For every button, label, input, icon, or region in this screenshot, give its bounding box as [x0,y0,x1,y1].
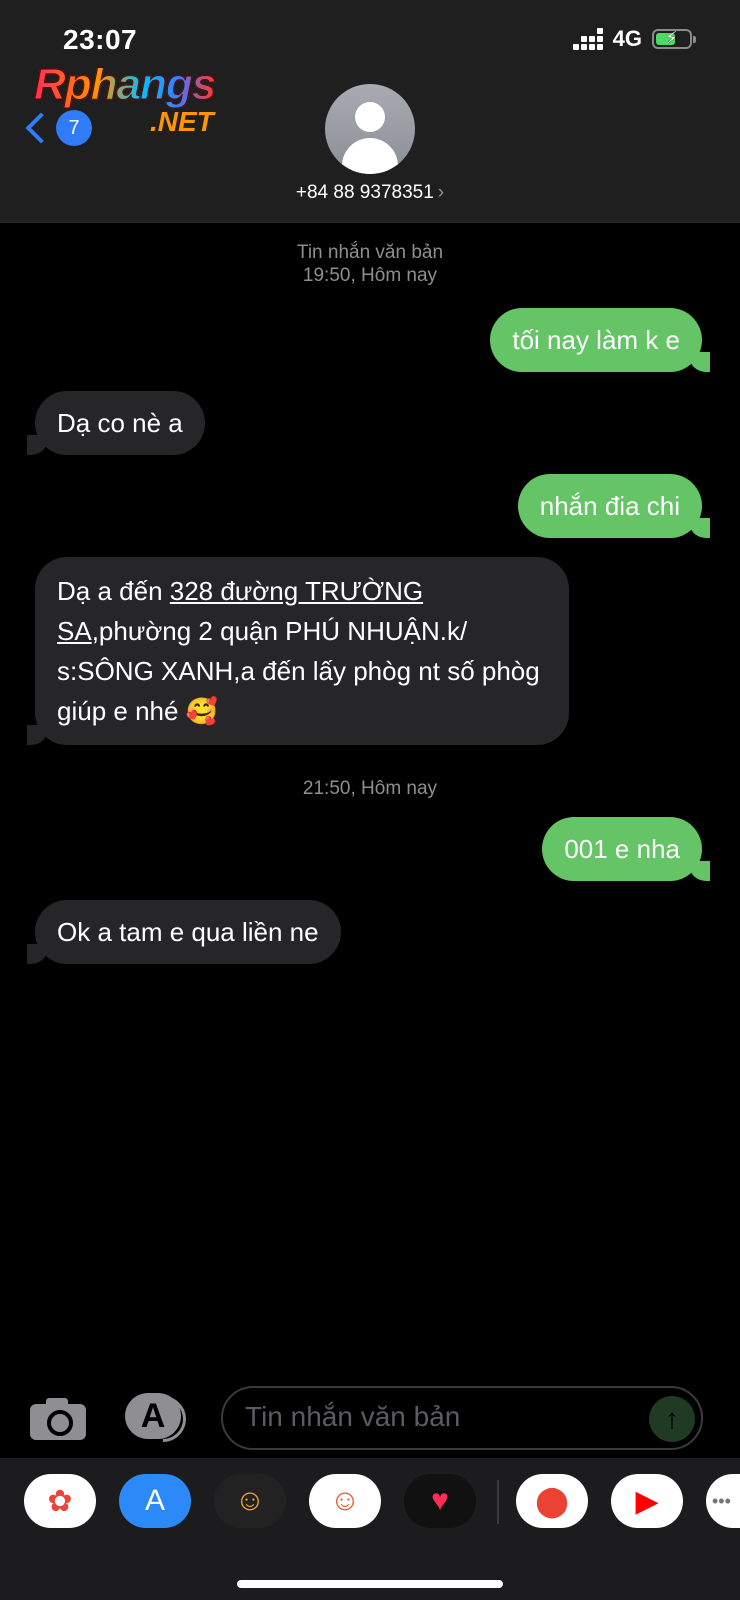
digital-touch-icon[interactable]: ♥ [404,1474,476,1528]
memoji-icon[interactable]: ☺ [214,1474,286,1528]
google-maps-icon[interactable]: ⬤ [516,1474,588,1528]
message-bubble-sent[interactable]: 001 e nha [542,817,710,881]
signal-icon [572,28,603,50]
watermark-logo: Rphangs .NET [33,60,216,138]
message-bubble-received[interactable]: Dạ a đến 328 đường TRƯỜNG SA,phường 2 quậ… [27,557,569,745]
address-link[interactable]: 328 đường TRƯỜNG [170,576,423,606]
contact-avatar[interactable] [325,84,415,174]
app-drawer: ✿ A ☺ ☺ ♥ ⬤ ▶ ••• [0,1458,740,1600]
battery-icon: ⚡ [652,28,696,49]
memoji-stickers-icon[interactable]: ☺ [309,1474,381,1528]
charging-icon: ⚡ [665,28,678,48]
message-input-placeholder: Tin nhắn văn bản [245,1401,461,1432]
contact-name-button[interactable]: +84 88 9378351 › [0,182,740,204]
app-store-button[interactable]: A [125,1386,196,1452]
status-time: 23:07 [63,24,138,55]
back-button[interactable]: 7 [25,110,92,146]
unread-count-badge: 7 [56,110,92,146]
timestamp: 21:50, Hôm nay [302,778,438,799]
send-button[interactable]: ↑ [649,1396,695,1442]
camera-icon[interactable] [30,1396,88,1440]
address-link[interactable]: SA [57,616,92,646]
app-store-icon[interactable]: A [119,1474,191,1528]
status-indicators: 4G ⚡ [572,26,696,52]
message-input[interactable]: Tin nhắn văn bản ↑ [221,1386,703,1450]
network-type: 4G [612,26,642,51]
contact-name: +84 88 9378351 [295,182,434,203]
message-bubble-received[interactable]: Dạ co nè a [27,391,205,455]
message-bubble-received[interactable]: Ok a tam e qua liền ne [27,900,341,964]
more-apps-icon[interactable]: ••• [706,1474,740,1528]
divider [497,1480,499,1524]
message-bubble-sent[interactable]: tối nay làm k e [490,308,710,372]
youtube-icon[interactable]: ▶ [611,1474,683,1528]
conversation-header: 23:07 4G ⚡ Rphangs .NET 7 +84 88 9378351… [0,0,740,223]
chevron-right-icon: › [437,182,445,203]
timestamp: Tin nhắn văn bản 19:50, Hôm nay [296,242,444,286]
photos-icon[interactable]: ✿ [24,1474,96,1528]
home-indicator[interactable] [237,1580,503,1588]
arrow-up-icon: ↑ [665,1403,679,1434]
chevron-left-icon [25,112,57,144]
message-bubble-sent[interactable]: nhắn đia chi [517,474,711,538]
